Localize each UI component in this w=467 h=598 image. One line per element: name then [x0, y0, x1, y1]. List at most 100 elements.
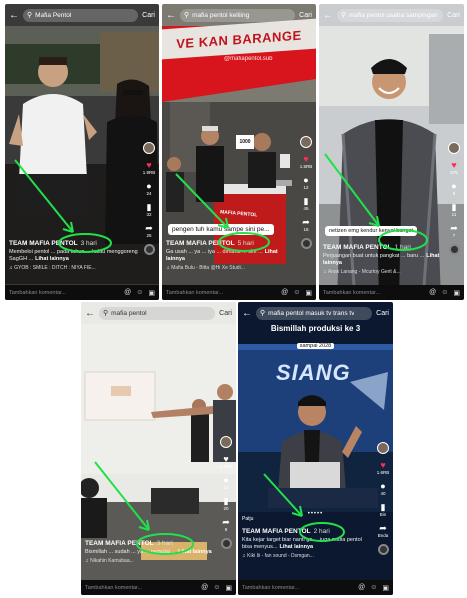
share-button[interactable]: ➦ 7 — [450, 223, 458, 238]
video-caption: TEAM MAFIA PENTOL 5 hari Ga usah ... ya .… — [166, 240, 296, 271]
back-arrow-icon[interactable]: ← — [166, 10, 176, 21]
see-more-link[interactable]: Lihat lainnya — [279, 544, 313, 550]
video-panel-4[interactable]: ← ⚲ mafia pentol Cari ♥ 1.2RB ● 15 ▮ 20 … — [81, 302, 236, 595]
save-button[interactable]: ▮ 20 — [223, 496, 228, 511]
post-time: 3 hari — [80, 240, 97, 247]
search-bar: ← ⚲ mafia pentol masuk tv trans tv Cari — [238, 302, 393, 324]
music-disc-icon[interactable] — [377, 544, 389, 555]
see-more-link[interactable]: Lihat lainnya — [178, 549, 212, 555]
comment-input[interactable]: Tambahkan komentar... — [166, 290, 276, 296]
avatar[interactable] — [448, 142, 460, 154]
comment-bubble: pengen tuh kamu sampe sini pe... — [168, 224, 274, 235]
like-button[interactable]: ♥ 875 — [450, 160, 458, 175]
post-time: 3 hari — [156, 540, 173, 547]
avatar[interactable] — [143, 142, 155, 154]
gift-icon[interactable]: ▣ — [382, 584, 389, 592]
author-name[interactable]: TEAM MAFIA PENTOL 2 hari — [242, 528, 373, 535]
video-panel-5[interactable]: Bismillah produksi ke 3 sampai 2028 SIAN… — [238, 302, 393, 595]
emoji-icon[interactable]: ☺ — [213, 584, 220, 591]
comment-button[interactable]: ● 12 — [303, 175, 308, 190]
like-count: 1.9RB — [142, 170, 156, 175]
search-input[interactable]: ⚲ mafia pentol masuk tv trans tv — [256, 306, 373, 320]
search-query: mafia pentol keliling — [192, 11, 250, 19]
search-button[interactable]: Cari — [299, 12, 312, 19]
share-button[interactable]: ➦ 8 — [222, 517, 230, 532]
avatar[interactable] — [300, 136, 312, 148]
like-button[interactable]: ♥ 1.2RB — [220, 454, 233, 469]
back-arrow-icon[interactable]: ← — [242, 308, 252, 319]
emoji-icon[interactable]: ☺ — [441, 289, 448, 296]
mention-icon[interactable]: @ — [429, 289, 436, 296]
search-input[interactable]: ⚲ Mafia Pentol — [23, 8, 139, 22]
comment-bar: Tambahkan komentar... @ ☺ ▣ — [5, 285, 159, 300]
author-name[interactable]: TEAM MAFIA PENTOL 3 hari — [85, 540, 216, 547]
search-button[interactable]: Cari — [219, 310, 232, 317]
search-input[interactable]: ⚲ mafia pentol — [99, 306, 216, 320]
share-button[interactable]: ➦ Bnda — [378, 523, 389, 538]
music-label[interactable]: ♫ Mafia Bulu - Bitta @Hi Xe Studi... — [166, 265, 296, 271]
video-panel-1[interactable]: ← ⚲ Mafia Pentol Cari ♥ 1.9RB ● 24 ▮ 32 … — [5, 4, 159, 300]
video-panel-2[interactable]: VE KAN BARANGE @mafiapentol.sub 1000 MAF… — [162, 4, 316, 300]
search-button[interactable]: Cari — [376, 310, 389, 317]
gift-icon[interactable]: ▣ — [148, 289, 155, 297]
music-disc-icon[interactable] — [143, 244, 155, 255]
action-rail: ♥ 1.9RB ● 24 ▮ 32 ➦ 25 — [142, 142, 156, 255]
caption-text: Membeloi pentol ... pada tahun ... kalau… — [9, 249, 139, 263]
see-more-link[interactable]: Lihat lainnya — [35, 256, 69, 262]
comment-input[interactable]: Tambahkan komentar... — [323, 290, 424, 296]
share-button[interactable]: ➦ 25 — [145, 223, 153, 238]
caption-desc: Bismillah ... sudah ... ya ... pemulai .… — [85, 549, 177, 555]
search-button[interactable]: Cari — [447, 12, 460, 19]
back-arrow-icon[interactable]: ← — [323, 10, 333, 21]
share-button[interactable]: ➦ 18 — [302, 217, 310, 232]
emoji-icon[interactable]: ☺ — [370, 584, 377, 591]
comment-button[interactable]: ● 9 — [451, 181, 456, 196]
avatar[interactable] — [377, 442, 389, 454]
mention-icon[interactable]: @ — [201, 584, 208, 591]
comment-button[interactable]: ● 15 — [223, 475, 228, 490]
music-disc-icon[interactable] — [448, 244, 460, 255]
search-input[interactable]: ⚲ mafia pentol keliling — [180, 8, 296, 22]
emoji-icon[interactable]: ☺ — [293, 289, 300, 296]
comment-input[interactable]: Tambahkan komentar... — [9, 290, 119, 296]
like-button[interactable]: ♥ 1.6RB — [377, 460, 390, 475]
author-name[interactable]: TEAM MAFIA PENTOL 3 hari — [9, 240, 139, 247]
back-arrow-icon[interactable]: ← — [9, 10, 19, 21]
save-button[interactable]: ▮ 11 — [452, 202, 457, 217]
save-count: 45 — [303, 206, 309, 211]
music-label[interactable]: ♫ Kiki Iii - fan sound - Dsmgan... — [242, 553, 373, 559]
mention-icon[interactable]: @ — [358, 584, 365, 591]
back-arrow-icon[interactable]: ← — [85, 308, 95, 319]
like-button[interactable]: ♥ 1.9RB — [143, 160, 156, 175]
save-button[interactable]: ▮ 45 — [303, 196, 308, 211]
mention-icon[interactable]: @ — [281, 289, 288, 296]
gift-icon[interactable]: ▣ — [225, 584, 232, 592]
music-disc-icon[interactable] — [300, 238, 312, 249]
music-label[interactable]: ♫ GYOB : SMILE : DITCH : NIYA FIE... — [9, 265, 139, 271]
search-icon: ⚲ — [184, 12, 190, 19]
author-name[interactable]: TEAM MAFIA PENTOL 5 hari — [166, 240, 296, 247]
search-button[interactable]: Cari — [142, 12, 155, 19]
action-rail: ♥ 875 ● 9 ▮ 11 ➦ 7 — [447, 142, 461, 255]
like-button[interactable]: ♥ 1.5RB — [300, 154, 313, 169]
search-input[interactable]: ⚲ mafia pentol usaha sampingan — [337, 8, 444, 22]
music-label[interactable]: ♫ Anak Lanang - Mcurtoy Gerit &... — [323, 269, 444, 275]
comment-input[interactable]: Tambahkan komentar... — [85, 585, 196, 591]
author-name[interactable]: TEAM MAFIA PENTOL 1 hari — [323, 244, 444, 251]
save-count: 32 — [146, 212, 152, 217]
comment-button[interactable]: ● 40 — [380, 481, 385, 496]
author-label: TEAM MAFIA PENTOL — [166, 240, 235, 247]
music-label[interactable]: ♫ Nikahin Kamubaa... — [85, 558, 216, 564]
heart-icon: ♥ — [380, 460, 386, 470]
gift-icon[interactable]: ▣ — [453, 289, 460, 297]
music-disc-icon[interactable] — [220, 538, 232, 549]
post-time: 2 hari — [313, 528, 330, 535]
mention-icon[interactable]: @ — [124, 289, 131, 296]
comment-input[interactable]: Tambahkan komentar... — [242, 585, 353, 591]
emoji-icon[interactable]: ☺ — [136, 289, 143, 296]
gift-icon[interactable]: ▣ — [305, 289, 312, 297]
save-button[interactable]: ▮ 32 — [146, 202, 151, 217]
video-panel-3[interactable]: ← ⚲ mafia pentol usaha sampingan Cari ♥ … — [319, 4, 464, 300]
avatar[interactable] — [220, 436, 232, 448]
comment-button[interactable]: ● 24 — [146, 181, 151, 196]
